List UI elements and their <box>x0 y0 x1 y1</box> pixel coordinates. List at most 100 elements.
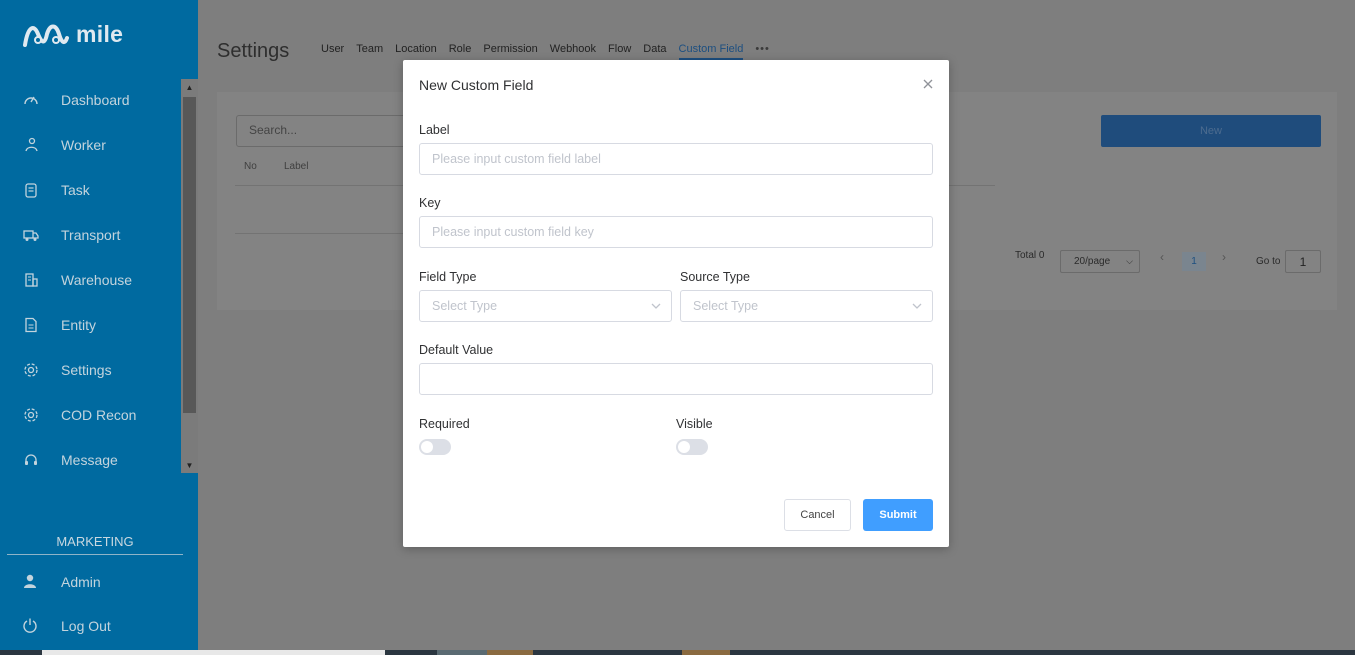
table-empty-divider <box>235 233 405 234</box>
new-button[interactable]: New <box>1101 115 1321 147</box>
visible-toggle[interactable] <box>676 439 708 455</box>
tab-data[interactable]: Data <box>643 43 666 60</box>
sidebar-scrollbar[interactable]: ▲ ▼ <box>181 79 198 473</box>
sidebar-item-logout[interactable]: Log Out <box>22 617 111 635</box>
column-header-label: Label <box>284 161 309 172</box>
visible-label: Visible <box>676 417 713 431</box>
taskbar-strip <box>487 650 533 655</box>
current-page[interactable]: 1 <box>1182 252 1206 271</box>
taskbar-strip <box>385 650 437 655</box>
sidebar-item-label: Transport <box>61 227 121 244</box>
close-icon[interactable] <box>921 77 935 91</box>
settings-tabs: User Team Location Role Permission Webho… <box>321 43 770 60</box>
goto-input[interactable]: 1 <box>1285 250 1321 273</box>
taskbar-strip <box>0 650 42 655</box>
field-type-placeholder: Select Type <box>432 299 498 313</box>
sidebar-item-label: Task <box>61 182 90 199</box>
default-value-label: Default Value <box>419 343 494 357</box>
sidebar-nav: Dashboard Worker Task Transport Warehous… <box>0 78 181 473</box>
toggle-knob <box>421 441 433 453</box>
tab-location[interactable]: Location <box>395 43 437 60</box>
sidebar-item-label: Log Out <box>61 618 111 634</box>
scroll-up-arrow-icon[interactable]: ▲ <box>181 79 198 95</box>
prev-page-icon[interactable]: ‹ <box>1160 250 1164 264</box>
sidebar-item-task[interactable]: Task <box>0 168 181 213</box>
sidebar-item-cod-recon[interactable]: COD Recon <box>0 392 181 437</box>
taskbar-strip <box>533 650 682 655</box>
custom-field-key-input[interactable]: Please input custom field key <box>419 216 933 248</box>
column-header-no: No <box>244 161 257 172</box>
worker-icon <box>22 136 40 154</box>
brand-name: mile <box>76 20 124 47</box>
required-label: Required <box>419 417 470 431</box>
dialog-title: New Custom Field <box>419 77 534 93</box>
tab-custom-field[interactable]: Custom Field <box>678 43 744 60</box>
scroll-down-arrow-icon[interactable]: ▼ <box>181 457 198 473</box>
sidebar-item-label: Dashboard <box>61 92 130 109</box>
page-size-select[interactable]: 20/page ⌵ <box>1060 250 1140 273</box>
sidebar-item-settings[interactable]: Settings <box>0 347 181 392</box>
label-field-label: Label <box>419 123 450 137</box>
taskbar-strip <box>42 650 385 655</box>
source-type-label: Source Type <box>680 270 750 284</box>
sidebar-item-entity[interactable]: Entity <box>0 302 181 347</box>
pagination-total: Total 0 <box>1015 250 1045 261</box>
page-title: Settings <box>217 40 290 62</box>
sidebar-item-admin[interactable]: Admin <box>22 573 101 591</box>
toggle-knob <box>678 441 690 453</box>
sidebar-item-label: Warehouse <box>61 272 133 288</box>
sidebar-item-message[interactable]: Message <box>0 437 181 473</box>
taskbar-strip <box>730 650 1355 655</box>
headset-icon <box>22 451 40 469</box>
logo[interactable]: mile <box>22 20 123 48</box>
sidebar-item-transport[interactable]: Transport <box>0 213 181 258</box>
user-icon <box>22 573 40 591</box>
tab-flow[interactable]: Flow <box>608 43 631 60</box>
document-icon <box>22 316 40 334</box>
default-value-input[interactable] <box>419 363 933 395</box>
new-custom-field-dialog: New Custom Field Label Please input cust… <box>403 60 949 547</box>
tab-user[interactable]: User <box>321 43 344 60</box>
power-icon <box>22 617 40 635</box>
field-type-select[interactable]: Select Type <box>419 290 672 322</box>
submit-button[interactable]: Submit <box>863 499 933 531</box>
chevron-down-icon <box>651 303 661 309</box>
sidebar-item-worker[interactable]: Worker <box>0 123 181 168</box>
sidebar-item-warehouse[interactable]: Warehouse <box>0 258 181 303</box>
page-size-value: 20/page <box>1074 256 1111 267</box>
truck-icon <box>22 226 40 244</box>
tab-team[interactable]: Team <box>356 43 383 60</box>
building-icon <box>22 271 40 289</box>
more-tabs-icon[interactable]: ••• <box>755 43 770 60</box>
tab-permission[interactable]: Permission <box>483 43 537 60</box>
scroll-thumb[interactable] <box>183 97 196 413</box>
custom-field-label-input[interactable]: Please input custom field label <box>419 143 933 175</box>
mile-logo-icon <box>23 24 69 47</box>
next-page-icon[interactable]: › <box>1222 250 1226 264</box>
taskbar-strip <box>682 650 730 655</box>
gear-icon <box>22 406 40 424</box>
sidebar: mile Dashboard Worker Task Transport War… <box>0 0 198 655</box>
sidebar-item-label: Settings <box>61 361 112 378</box>
search-input[interactable]: Search... <box>236 115 411 147</box>
field-type-label: Field Type <box>419 270 477 284</box>
taskbar-strip <box>437 650 487 655</box>
sidebar-item-label: COD Recon <box>61 406 137 423</box>
chevron-down-icon: ⌵ <box>1126 256 1133 266</box>
sidebar-item-label: Admin <box>61 574 101 590</box>
tab-webhook[interactable]: Webhook <box>550 43 596 60</box>
key-field-label: Key <box>419 196 441 210</box>
sidebar-item-label: Message <box>61 451 118 468</box>
required-toggle[interactable] <box>419 439 451 455</box>
gear-icon <box>22 361 40 379</box>
sidebar-item-label: Entity <box>61 316 97 333</box>
chevron-down-icon <box>912 303 922 309</box>
sidebar-item-dashboard[interactable]: Dashboard <box>0 78 181 123</box>
section-label-marketing: MARKETING <box>7 534 183 555</box>
source-type-select[interactable]: Select Type <box>680 290 933 322</box>
cancel-button[interactable]: Cancel <box>784 499 851 531</box>
source-type-placeholder: Select Type <box>693 299 759 313</box>
goto-label: Go to <box>1256 256 1281 267</box>
speedometer-icon <box>22 91 40 109</box>
tab-role[interactable]: Role <box>449 43 472 60</box>
